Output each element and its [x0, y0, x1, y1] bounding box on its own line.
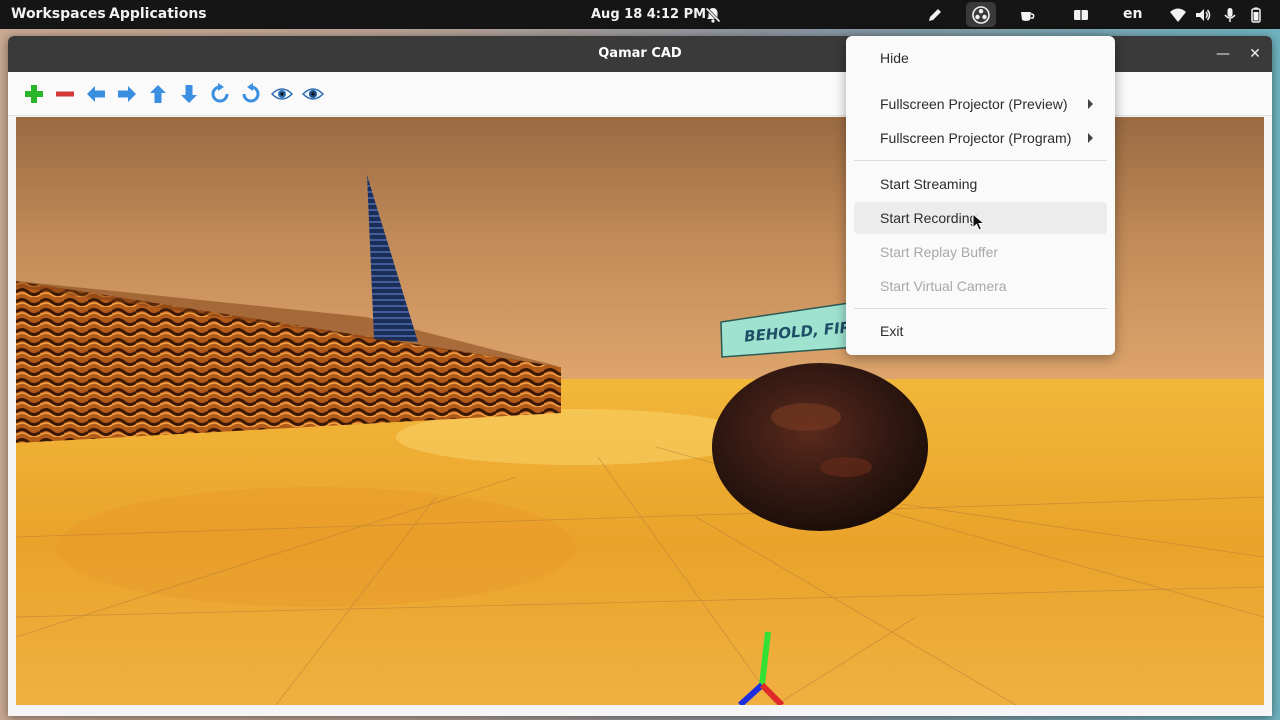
- close-icon[interactable]: ✕: [1245, 44, 1265, 64]
- menu-item-hide[interactable]: Hide: [854, 42, 1107, 74]
- battery-icon[interactable]: [1247, 6, 1265, 24]
- workspaces-button[interactable]: Workspaces: [11, 0, 106, 29]
- wifi-icon[interactable]: [1169, 6, 1187, 24]
- clock[interactable]: Aug 18 4:12 PM: [591, 0, 706, 29]
- menu-item-label: Fullscreen Projector (Preview): [880, 96, 1068, 112]
- mouse-pointer-icon: [972, 213, 986, 231]
- arrow-up-icon[interactable]: [147, 83, 169, 105]
- microphone-icon[interactable]: [1221, 6, 1239, 24]
- top-panel: Workspaces Applications Aug 18 4:12 PM e…: [0, 0, 1280, 29]
- menu-item-label: Start Recording: [880, 210, 978, 226]
- menu-item-fullscreen-program[interactable]: Fullscreen Projector (Program): [854, 122, 1107, 154]
- menu-item-start-replay-buffer[interactable]: Start Replay Buffer: [854, 236, 1107, 268]
- menu-item-start-virtual-camera[interactable]: Start Virtual Camera: [854, 270, 1107, 302]
- add-icon[interactable]: [23, 83, 45, 105]
- submenu-arrow-icon: [1088, 99, 1093, 109]
- applications-button[interactable]: Applications: [109, 0, 207, 29]
- menu-item-label: Start Streaming: [880, 176, 978, 192]
- rotate-ccw-icon[interactable]: [240, 83, 262, 105]
- submenu-arrow-icon: [1088, 133, 1093, 143]
- arrow-left-icon[interactable]: [85, 83, 107, 105]
- menu-item-fullscreen-preview[interactable]: Fullscreen Projector (Preview): [854, 88, 1107, 120]
- bell-off-icon[interactable]: [704, 6, 722, 24]
- arrow-right-icon[interactable]: [116, 83, 138, 105]
- menu-item-label: Start Replay Buffer: [880, 244, 999, 260]
- remove-icon[interactable]: [54, 83, 76, 105]
- menu-separator: [854, 308, 1107, 309]
- menu-item-label: Start Virtual Camera: [880, 278, 1007, 294]
- minimize-icon[interactable]: —: [1213, 44, 1233, 64]
- arrow-down-icon[interactable]: [178, 83, 200, 105]
- rotate-cw-icon[interactable]: [209, 83, 231, 105]
- menu-item-label: Exit: [880, 323, 904, 339]
- menu-separator: [854, 160, 1107, 161]
- fire-sphere: [712, 363, 928, 531]
- pen-icon[interactable]: [926, 6, 944, 24]
- obs-icon[interactable]: [972, 6, 990, 24]
- coffee-icon[interactable]: [1018, 6, 1036, 24]
- menu-item-exit[interactable]: Exit: [854, 315, 1107, 347]
- obs-tray-menu: Hide Fullscreen Projector (Preview) Full…: [846, 36, 1115, 355]
- eye-alt-icon[interactable]: [302, 83, 324, 105]
- menu-item-label: Hide: [880, 50, 909, 66]
- window-icon[interactable]: [1072, 6, 1090, 24]
- volume-icon[interactable]: [1194, 6, 1212, 24]
- language-indicator[interactable]: en: [1123, 0, 1142, 29]
- menu-item-start-streaming[interactable]: Start Streaming: [854, 168, 1107, 200]
- menu-item-label: Fullscreen Projector (Program): [880, 130, 1072, 146]
- eye-icon[interactable]: [271, 83, 293, 105]
